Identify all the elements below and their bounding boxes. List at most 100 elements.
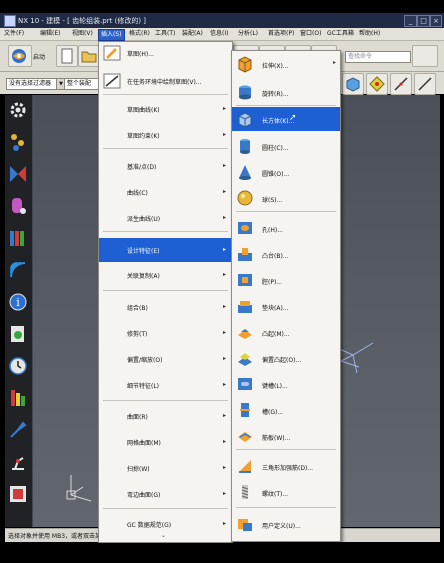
menu-window[interactable]: 窗口(O) <box>298 29 323 39</box>
design-feature-item-extrude[interactable]: 拉伸(X)... ▸ <box>232 53 340 75</box>
design-feature-item-hole[interactable]: 孔(H)... <box>232 217 340 239</box>
start-button[interactable] <box>8 45 32 67</box>
design-feature-item-thread[interactable]: 螺纹(T)... <box>232 481 340 503</box>
insert-menu-item-derived-curve[interactable]: 派生曲线(U) ▸ <box>99 209 232 227</box>
insert-menu-item-sketch-constraint[interactable]: 草图约束(K) ▸ <box>99 126 232 144</box>
settings-button[interactable] <box>7 99 29 121</box>
design-feature-item-boss[interactable]: 凸台(B)... <box>232 243 340 265</box>
design-feature-item-revolve[interactable]: 旋转(R)... <box>232 81 340 103</box>
submenu-arrow-icon: ▸ <box>222 520 226 527</box>
insert-menu-item-curve[interactable]: 曲线(C) ▸ <box>99 183 232 201</box>
design-feature-item-offset-emboss[interactable]: 偏置凸起(O)... <box>232 347 340 369</box>
menu-information[interactable]: 信息(I) <box>208 29 230 39</box>
web-browser-button[interactable] <box>7 259 29 281</box>
insert-menu-label: 网格曲面(M) <box>127 440 161 447</box>
design-feature-label: 键槽(L)... <box>262 383 288 390</box>
history-button[interactable] <box>7 323 29 345</box>
insert-menu-item-gc-data[interactable]: GC 数据规范(G) ▸ <box>99 515 232 533</box>
line-tool-button[interactable] <box>390 73 412 95</box>
sphere-icon <box>237 190 253 206</box>
insert-menu-item-datum[interactable]: 基准/点(D) ▸ <box>99 157 232 175</box>
assembly-scope-combo[interactable]: 整个装配 <box>64 78 100 90</box>
wcs-triad-icon <box>66 475 92 502</box>
svg-text:i: i <box>16 296 20 309</box>
line-tool-2-button[interactable] <box>414 73 436 95</box>
block-icon <box>238 112 252 128</box>
insert-menu-item-sweep[interactable]: 扫掠(W) ▸ <box>99 459 232 477</box>
menu-assembly[interactable]: 装配(A) <box>180 29 205 39</box>
insert-menu-item-surface[interactable]: 曲面(R) ▸ <box>99 407 232 425</box>
offset-emboss-icon <box>238 353 252 366</box>
insert-menu-item-sketch-task[interactable]: 在任务环境中绘制草图(V)... <box>99 72 232 90</box>
menu-preferences[interactable]: 首选项(P) <box>266 29 296 39</box>
submenu-arrow-icon: ▸ <box>222 162 226 169</box>
submenu-arrow-icon: ▸ <box>222 105 226 112</box>
design-feature-item-sphere[interactable]: 球(S)... <box>232 187 340 209</box>
menu-insert[interactable]: 插入(S) <box>98 29 125 41</box>
insert-menu-item-mesh-surface[interactable]: 网格曲面(M) ▸ <box>99 433 232 451</box>
palette-button[interactable] <box>7 483 29 505</box>
assembly-navigator-button[interactable] <box>7 163 29 185</box>
menu-separator <box>103 290 228 291</box>
insert-menu-item-offset-scale[interactable]: 偏置/缩放(O) ▸ <box>99 350 232 368</box>
insert-menu-label: 在任务环境中绘制草图(V)... <box>127 79 202 86</box>
design-feature-item-dart[interactable]: 三角形加强筋(D)... <box>232 455 340 477</box>
insert-menu-item-sketch[interactable]: 草图(H)... <box>99 44 232 62</box>
insert-menu-label: GC 数据规范(G) <box>127 522 172 529</box>
view-cube-button[interactable] <box>342 73 364 95</box>
nx-app-icon <box>4 15 16 27</box>
design-feature-label: 槽(G)... <box>262 409 284 416</box>
design-feature-item-pocket[interactable]: 腔(P)... <box>232 269 340 291</box>
snap-point-button[interactable] <box>366 73 388 95</box>
design-feature-label: 拉伸(X)... <box>262 63 289 70</box>
design-feature-item-cone[interactable]: 圆锥(O)... <box>232 161 340 183</box>
toolbar-button-e[interactable] <box>412 45 438 67</box>
menu-analysis[interactable]: 分析(L) <box>236 29 260 39</box>
part-navigator-button[interactable] <box>7 131 29 153</box>
info-button[interactable]: i <box>7 291 29 313</box>
menu-format[interactable]: 格式(R) <box>127 29 152 39</box>
design-feature-item-groove[interactable]: 槽(G)... <box>232 399 340 421</box>
history-clock-button[interactable] <box>7 355 29 377</box>
design-feature-item-cylinder[interactable]: 圆柱(C)... <box>232 135 340 157</box>
design-feature-item-pad[interactable]: 垫块(A)... <box>232 295 340 317</box>
menu-help[interactable]: 帮助(H) <box>357 29 382 39</box>
constraint-navigator-button[interactable] <box>7 195 29 217</box>
design-feature-item-emboss[interactable]: 凸起(M)... <box>232 321 340 343</box>
menu-expand-chevron-icon[interactable]: ⌄ <box>161 532 166 539</box>
menu-separator <box>103 508 228 509</box>
insert-menu-item-combine[interactable]: 组合(B) ▸ <box>99 298 232 316</box>
menu-file[interactable]: 文件(F) <box>2 29 26 39</box>
open-file-button[interactable] <box>78 45 100 67</box>
clock-icon <box>9 357 27 375</box>
insert-menu-item-trim[interactable]: 修剪(T) ▸ <box>99 324 232 342</box>
cylinder-navigator-icon <box>12 198 26 214</box>
menu-tools[interactable]: 工具(T) <box>153 29 177 39</box>
dart-icon <box>239 460 251 473</box>
visualization-button[interactable] <box>7 387 29 409</box>
design-feature-item-rib[interactable]: 筋板(W)... <box>232 425 340 447</box>
insert-menu-label: 草图约束(K) <box>127 133 160 140</box>
design-feature-item-slot[interactable]: 键槽(L)... <box>232 373 340 395</box>
insert-menu-item-detail-feature[interactable]: 细节特征(L) ▸ <box>99 376 232 394</box>
menu-view[interactable]: 视图(V) <box>70 29 95 39</box>
insert-menu-item-design-feature[interactable]: 设计特征(E) ▸ <box>99 238 232 262</box>
selection-filter-combo[interactable]: 没有选择过滤器 ▼ <box>6 78 66 90</box>
insert-menu-item-associative-copy[interactable]: 关联复制(A) ▸ <box>99 266 232 284</box>
design-feature-item-block[interactable]: 长方体(K)... ➚ <box>232 107 340 131</box>
insert-menu-item-flange-surface[interactable]: 弯边曲面(G) ▸ <box>99 485 232 503</box>
close-button[interactable]: × <box>430 15 442 27</box>
system-scene-button[interactable] <box>7 451 29 473</box>
minimize-button[interactable]: _ <box>404 15 417 27</box>
menu-gc-toolkit[interactable]: GC工具箱 <box>325 29 356 39</box>
roles-button[interactable] <box>7 419 29 441</box>
maximize-button[interactable]: □ <box>417 15 430 27</box>
command-search-input[interactable]: 查找命令 <box>345 51 411 63</box>
design-feature-label: 球(S)... <box>262 197 283 204</box>
insert-menu-item-sketch-curve[interactable]: 草图曲线(K) ▸ <box>99 100 232 118</box>
reuse-library-button[interactable] <box>7 227 29 249</box>
design-feature-item-user-defined[interactable]: 用户定义(U)... <box>232 513 340 535</box>
globe-document-icon <box>11 326 24 342</box>
menu-edit[interactable]: 编辑(E) <box>38 29 62 39</box>
new-file-button[interactable] <box>56 45 78 67</box>
